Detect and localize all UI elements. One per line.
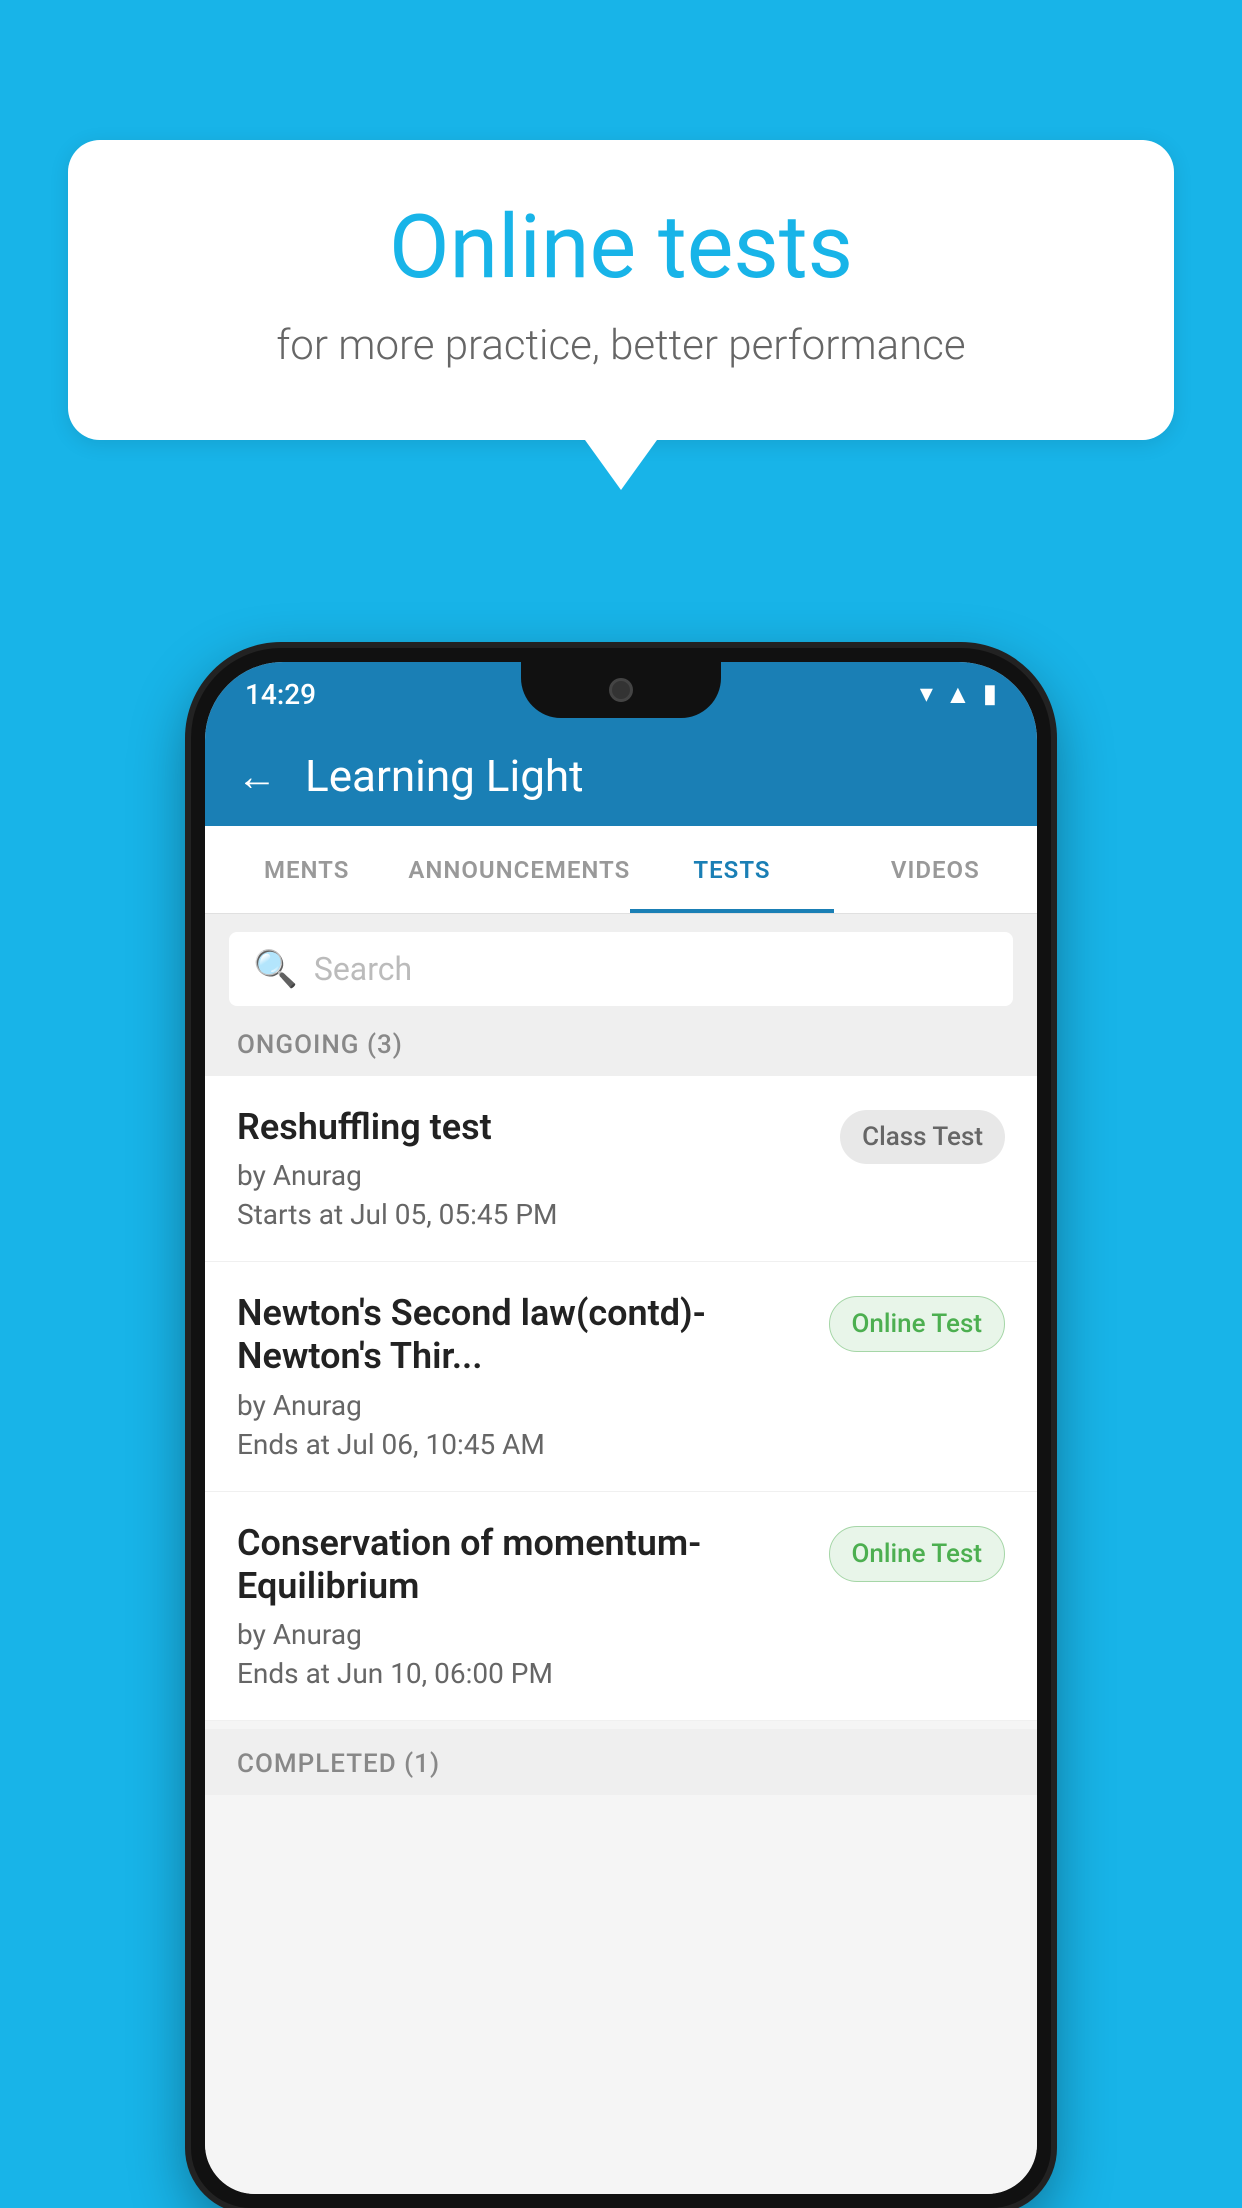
test-item-content: Reshuffling test by Anurag Starts at Jul… [237, 1106, 820, 1231]
speech-bubble: Online tests for more practice, better p… [68, 140, 1174, 440]
test-item-date: Starts at Jul 05, 05:45 PM [237, 1198, 820, 1231]
test-item-content: Conservation of momentum-Equilibrium by … [237, 1522, 809, 1690]
app-header-title: Learning Light [305, 750, 584, 802]
speech-bubble-title: Online tests [148, 200, 1094, 297]
speech-bubble-arrow [585, 440, 657, 490]
back-button[interactable]: ← [237, 753, 277, 800]
tab-announcements[interactable]: ANNOUNCEMENTS [408, 826, 630, 913]
search-bar: 🔍 Search [205, 914, 1037, 1024]
front-camera [609, 678, 633, 702]
test-item-date: Ends at Jul 06, 10:45 AM [237, 1428, 809, 1461]
tabs-bar: MENTS ANNOUNCEMENTS TESTS VIDEOS [205, 826, 1037, 914]
tab-ments-label: MENTS [264, 856, 349, 884]
tab-ments[interactable]: MENTS [205, 826, 408, 913]
ongoing-section-header: ONGOING (3) [205, 1010, 1037, 1076]
test-item-content: Newton's Second law(contd)-Newton's Thir… [237, 1292, 809, 1460]
test-badge-online: Online Test [829, 1296, 1006, 1352]
test-item-title: Reshuffling test [237, 1106, 820, 1149]
phone-frame: 14:29 ▾ ▲ ▮ ← Learning Light MENTS ANNOU… [191, 648, 1051, 2208]
test-item-by: by Anurag [237, 1618, 809, 1651]
test-item-title: Newton's Second law(contd)-Newton's Thir… [237, 1292, 809, 1378]
app-header: ← Learning Light [205, 726, 1037, 826]
tab-videos-label: VIDEOS [891, 856, 980, 884]
test-item[interactable]: Reshuffling test by Anurag Starts at Jul… [205, 1076, 1037, 1262]
speech-bubble-subtitle: for more practice, better performance [148, 321, 1094, 370]
tab-announcements-label: ANNOUNCEMENTS [408, 856, 630, 884]
tab-tests[interactable]: TESTS [630, 826, 833, 913]
completed-section-header: COMPLETED (1) [205, 1729, 1037, 1795]
tab-tests-label: TESTS [693, 856, 770, 884]
search-input-wrapper[interactable]: 🔍 Search [229, 932, 1013, 1006]
status-icons: ▾ ▲ ▮ [920, 679, 997, 710]
signal-icon: ▲ [945, 679, 971, 710]
status-time: 14:29 [245, 678, 316, 711]
test-item[interactable]: Newton's Second law(contd)-Newton's Thir… [205, 1262, 1037, 1491]
battery-icon: ▮ [983, 679, 997, 709]
test-badge-class: Class Test [840, 1110, 1005, 1164]
test-item-title: Conservation of momentum-Equilibrium [237, 1522, 809, 1608]
speech-bubble-wrapper: Online tests for more practice, better p… [68, 140, 1174, 490]
test-item-by: by Anurag [237, 1159, 820, 1192]
content-area: ONGOING (3) Reshuffling test by Anurag S… [205, 1010, 1037, 2194]
tab-videos[interactable]: VIDEOS [834, 826, 1037, 913]
phone-screen: 14:29 ▾ ▲ ▮ ← Learning Light MENTS ANNOU… [205, 662, 1037, 2194]
test-item-date: Ends at Jun 10, 06:00 PM [237, 1657, 809, 1690]
test-badge-online: Online Test [829, 1526, 1006, 1582]
search-placeholder: Search [314, 950, 412, 988]
wifi-icon: ▾ [920, 679, 933, 709]
test-item-by: by Anurag [237, 1389, 809, 1422]
search-icon: 🔍 [253, 948, 298, 990]
notch [521, 662, 721, 718]
test-item[interactable]: Conservation of momentum-Equilibrium by … [205, 1492, 1037, 1721]
